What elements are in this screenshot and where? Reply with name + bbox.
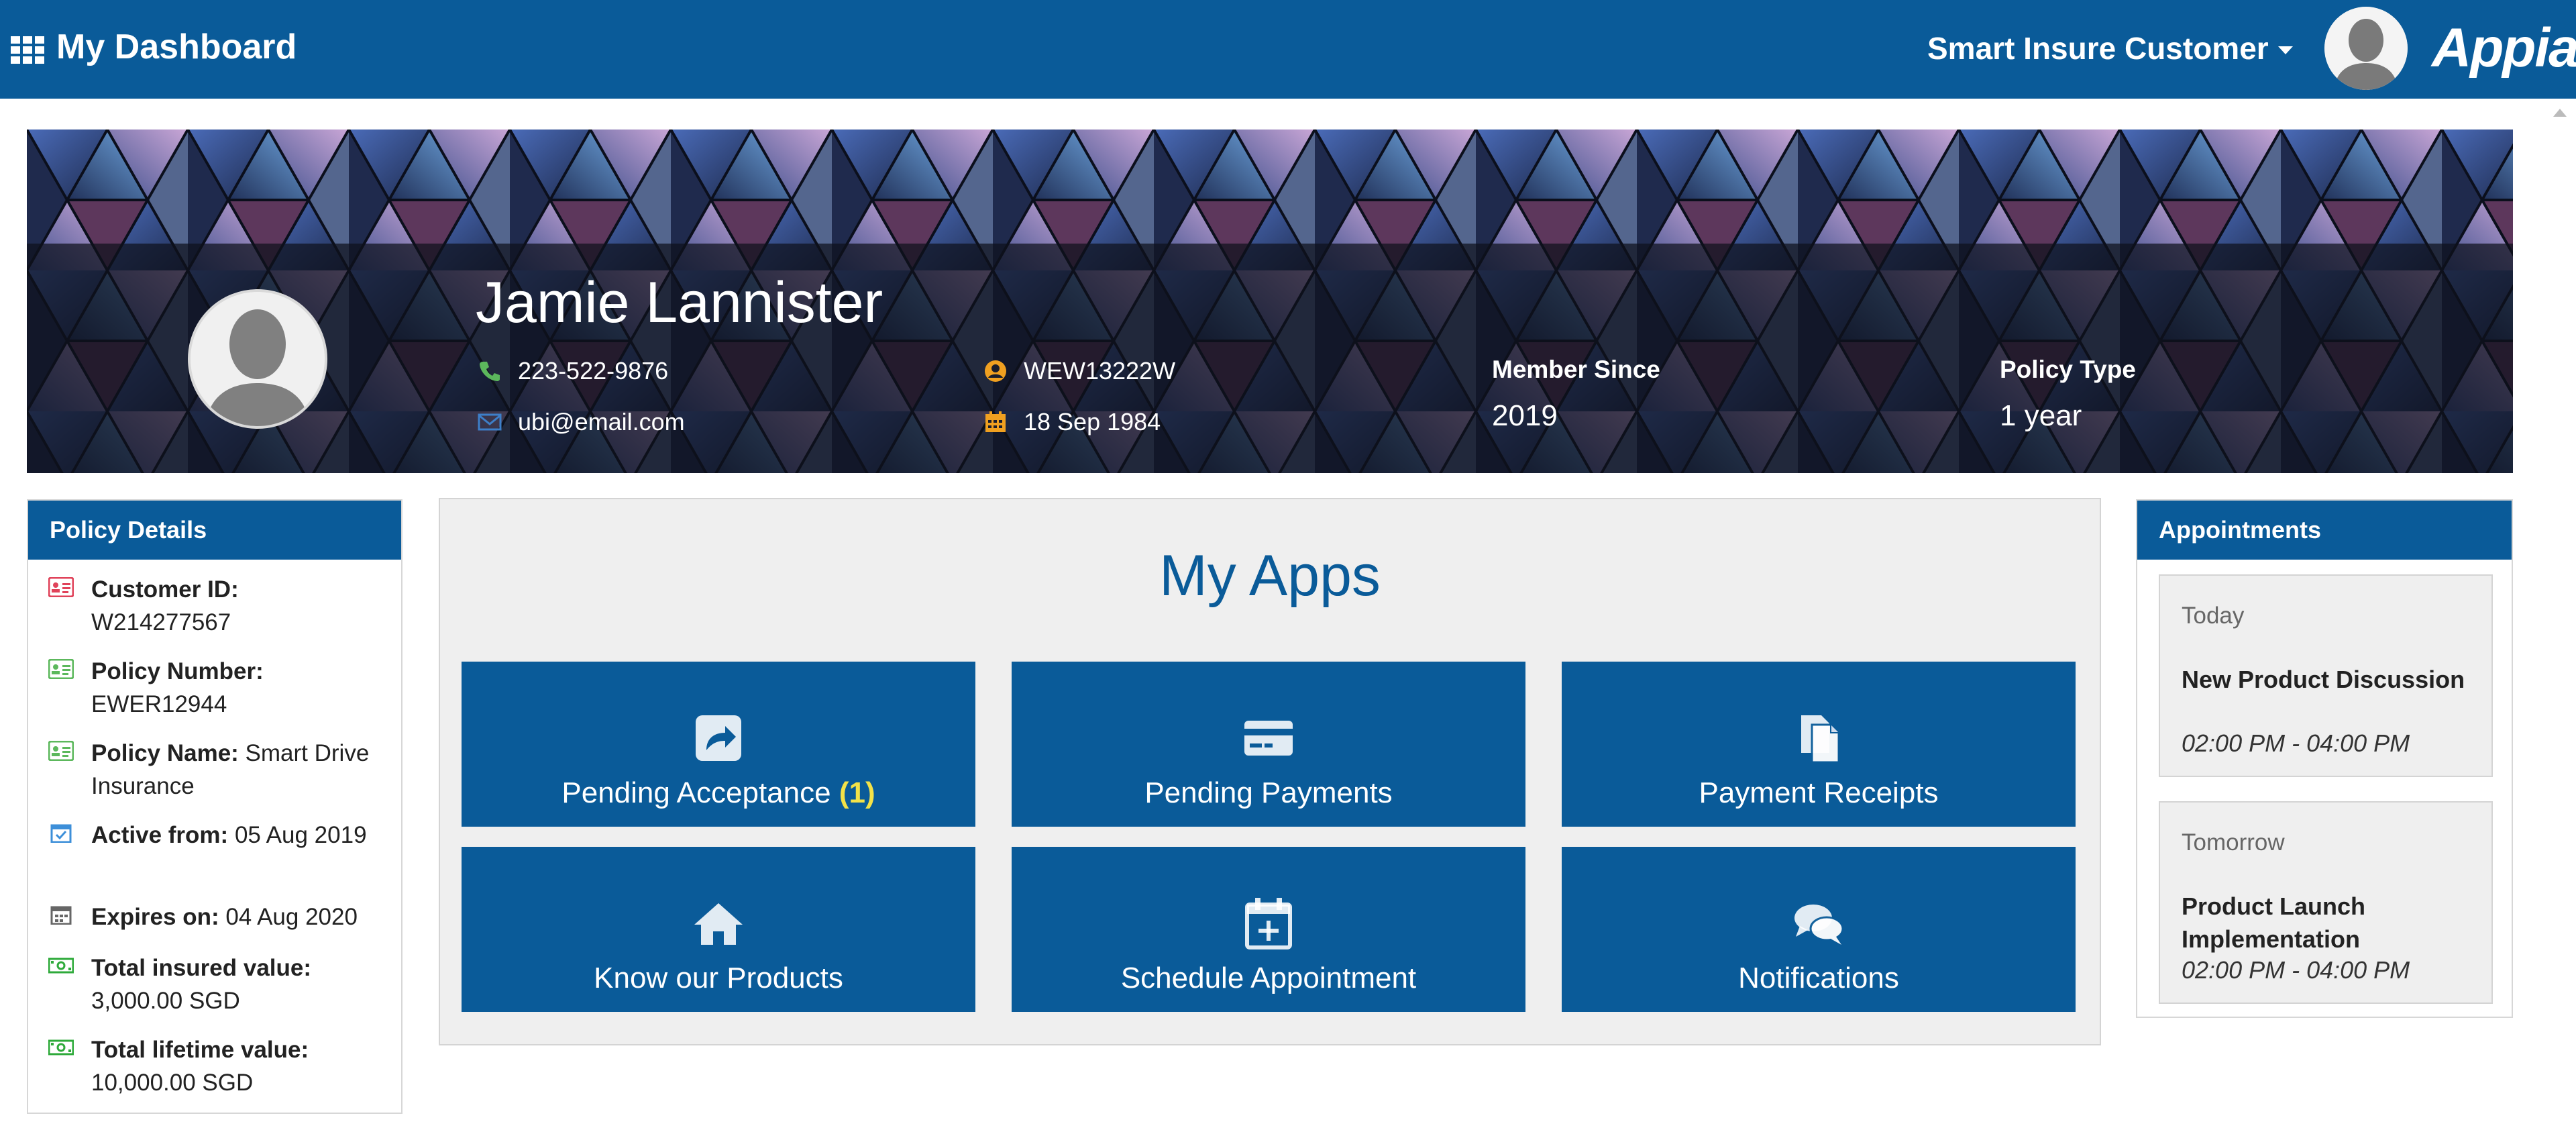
top-bar: My Dashboard Smart Insure Customer Appia…	[0, 0, 2576, 99]
profile-avatar	[188, 289, 327, 429]
total-insured-label: Total insured value:	[91, 955, 312, 981]
tile-pending-payments[interactable]: Pending Payments	[1012, 662, 1525, 827]
customer-id-value: W214277567	[91, 609, 231, 635]
customer-id-label: Customer ID:	[91, 576, 239, 603]
profile-name: Jamie Lannister	[476, 270, 883, 335]
dob-info: 18 Sep 1984	[983, 407, 1161, 437]
customer-id-item: Customer ID: W214277567	[48, 573, 390, 639]
schedule-appointment-label: Schedule Appointment	[1120, 962, 1417, 994]
appointment-card[interactable]: Tomorrow Product Launch Implementation 0…	[2159, 801, 2493, 1004]
calendar-check-icon	[50, 824, 72, 843]
email-address: ubi@email.com	[518, 408, 685, 435]
member-since-label: Member Since	[1492, 356, 1660, 383]
expires-on-label: Expires on:	[91, 904, 219, 930]
policy-number-item: Policy Number: EWER12944	[48, 655, 390, 721]
tile-schedule-appointment[interactable]: Schedule Appointment	[1012, 847, 1525, 1012]
money-bill-icon	[48, 958, 74, 974]
appian-logo: Appian	[2432, 17, 2576, 79]
active-from-label: Active from:	[91, 822, 229, 848]
policy-details-panel: Policy Details Customer ID: W214277567 P…	[27, 499, 402, 1114]
profile-banner: Jamie Lannister 223-522-9876 ubi@email.c…	[27, 130, 2513, 473]
policy-name-label: Policy Name:	[91, 740, 239, 766]
know-our-products-label: Know our Products	[594, 962, 843, 994]
phone-info: 223-522-9876	[478, 356, 668, 386]
share-arrow-icon	[696, 715, 741, 761]
my-apps-title: My Apps	[1159, 544, 1381, 608]
calendar-plus-icon	[1245, 898, 1292, 949]
appointment-title: New Product Discussion	[2182, 666, 2465, 693]
member-id-info: WEW13222W	[983, 356, 1175, 386]
envelope-icon	[478, 413, 502, 431]
policy-details-header: Policy Details	[28, 501, 401, 560]
pending-acceptance-label: Pending Acceptance	[561, 776, 831, 809]
chat-bubbles-icon	[1794, 905, 1844, 945]
id-card-icon	[48, 659, 74, 679]
appointment-day: Tomorrow	[2182, 829, 2285, 856]
member-since-value: 2019	[1492, 399, 1558, 432]
phone-icon	[480, 362, 500, 381]
expires-on-item: Expires on: 04 Aug 2020	[48, 901, 390, 933]
policy-number-label: Policy Number:	[91, 658, 264, 684]
payment-receipts-label: Payment Receipts	[1699, 776, 1939, 809]
policy-name-item: Policy Name: Smart Drive Insurance	[48, 737, 390, 803]
total-insured-value: 3,000.00 SGD	[91, 988, 240, 1014]
tile-notifications[interactable]: Notifications	[1562, 847, 2076, 1012]
appointment-card[interactable]: Today New Product Discussion 02:00 PM - …	[2159, 574, 2493, 777]
tile-payment-receipts[interactable]: Payment Receipts	[1562, 662, 2076, 827]
user-menu-button[interactable]: Smart Insure Customer	[1927, 27, 2293, 70]
notifications-label: Notifications	[1738, 962, 1899, 994]
phone-number: 223-522-9876	[518, 357, 669, 384]
active-from-value: 05 Aug 2019	[234, 822, 367, 848]
documents-icon	[1801, 715, 1840, 764]
tile-know-our-products[interactable]: Know our Products	[462, 847, 975, 1012]
policy-type-label: Policy Type	[2000, 356, 2136, 383]
id-card-icon	[48, 741, 74, 761]
date-of-birth: 18 Sep 1984	[1024, 408, 1161, 435]
appointment-day: Today	[2182, 603, 2245, 629]
calendar-icon	[50, 906, 72, 925]
policy-number-value: EWER12944	[91, 691, 227, 717]
appointment-time: 02:00 PM - 04:00 PM	[2182, 729, 2410, 757]
active-from-item: Active from: 05 Aug 2019	[48, 819, 390, 852]
tile-pending-acceptance[interactable]: Pending Acceptance (1)	[462, 662, 975, 827]
total-insured-item: Total insured value: 3,000.00 SGD	[48, 951, 390, 1017]
money-bill-icon	[48, 1039, 74, 1056]
member-id: WEW13222W	[1024, 357, 1176, 384]
total-lifetime-item: Total lifetime value: 10,000.00 SGD	[48, 1033, 390, 1099]
person-silhouette-icon	[2324, 7, 2408, 90]
appointments-header: Appointments	[2137, 501, 2512, 560]
total-lifetime-label: Total lifetime value:	[91, 1037, 309, 1063]
appointment-title: Product Launch Implementation	[2182, 892, 2366, 953]
user-circle-icon	[985, 360, 1006, 382]
banner-overlay	[27, 244, 2513, 473]
my-apps-panel: My Apps Pending Acceptance (1) Pending P…	[439, 498, 2101, 1045]
credit-card-icon	[1244, 721, 1293, 756]
user-menu-label: Smart Insure Customer	[1927, 31, 2269, 66]
id-card-icon	[48, 577, 74, 597]
policy-type-value: 1 year	[2000, 399, 2082, 432]
expires-on-value: 04 Aug 2020	[225, 904, 358, 930]
user-avatar[interactable]	[2324, 7, 2408, 90]
appointments-panel: Appointments Today New Product Discussio…	[2136, 499, 2513, 1018]
app-grid-icon[interactable]	[11, 36, 44, 64]
home-icon	[694, 903, 743, 945]
pending-payments-label: Pending Payments	[1144, 776, 1393, 809]
person-silhouette-icon	[191, 292, 325, 426]
calendar-icon	[985, 411, 1006, 432]
email-info: ubi@email.com	[478, 407, 685, 437]
total-lifetime-value: 10,000.00 SGD	[91, 1070, 254, 1096]
appointment-time: 02:00 PM - 04:00 PM	[2182, 956, 2410, 984]
app-title[interactable]: My Dashboard	[56, 24, 297, 70]
caret-down-icon	[2277, 46, 2293, 54]
pending-acceptance-count: (1)	[839, 776, 875, 809]
scroll-up-arrow-icon[interactable]	[2553, 109, 2567, 117]
tile-label: Pending Acceptance (1)	[462, 774, 975, 812]
